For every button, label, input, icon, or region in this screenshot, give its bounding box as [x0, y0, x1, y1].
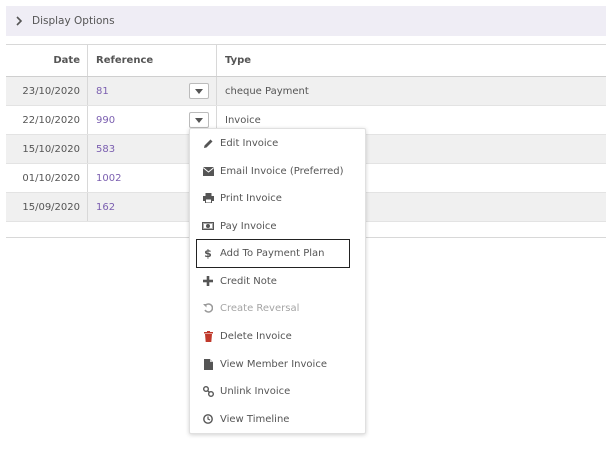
menu-item-label: Pay Invoice — [220, 220, 277, 232]
row-actions-dropdown-button[interactable] — [189, 83, 209, 99]
menu-item-credit-note[interactable]: Credit Note — [190, 268, 367, 294]
pencil-icon — [202, 137, 214, 149]
display-options-toggle[interactable]: Display Options — [6, 6, 606, 36]
menu-item-label: View Member Invoice — [220, 358, 327, 370]
reference-link[interactable]: 81 — [96, 86, 109, 97]
row-actions-dropdown-button[interactable] — [189, 112, 209, 128]
caret-down-icon — [195, 117, 203, 123]
menu-item-view-timeline[interactable]: View Timeline — [190, 406, 367, 432]
caret-down-icon — [195, 88, 203, 94]
trash-icon — [202, 330, 214, 342]
menu-item-edit-invoice[interactable]: Edit Invoice — [190, 130, 367, 156]
menu-item-label: Delete Invoice — [220, 330, 292, 342]
menu-item-label: Edit Invoice — [220, 137, 279, 149]
menu-item-pay-invoice[interactable]: Pay Invoice — [190, 213, 367, 239]
undo-icon — [202, 302, 214, 314]
reference-link[interactable]: 162 — [96, 202, 115, 213]
row-date: 22/10/2020 — [6, 106, 88, 134]
menu-item-label: View Timeline — [220, 413, 290, 425]
row-date: 15/10/2020 — [6, 135, 88, 163]
table-header: Date Reference Type — [6, 45, 606, 77]
menu-item-create-reversal[interactable]: Create Reversal — [190, 295, 367, 321]
reference-link[interactable]: 990 — [96, 115, 115, 126]
invoice-actions-menu: Edit Invoice Email Invoice (Preferred) P… — [189, 128, 366, 434]
menu-item-label: Add To Payment Plan — [220, 248, 325, 259]
header-reference[interactable]: Reference — [89, 45, 217, 76]
menu-item-label: Credit Note — [220, 275, 277, 287]
reference-link[interactable]: 583 — [96, 144, 115, 155]
file-icon — [202, 358, 214, 370]
row-reference-cell: 81 — [89, 77, 217, 105]
header-type[interactable]: Type — [218, 45, 606, 76]
menu-item-email-invoice[interactable]: Email Invoice (Preferred) — [190, 158, 367, 184]
menu-item-delete-invoice[interactable]: Delete Invoice — [190, 323, 367, 349]
row-date: 15/09/2020 — [6, 193, 88, 221]
dollar-icon: $ — [204, 247, 212, 260]
menu-item-label: Print Invoice — [220, 192, 282, 204]
row-type: cheque Payment — [225, 85, 309, 97]
chevron-right-icon — [12, 14, 26, 28]
table-row: 23/10/2020 81 cheque Payment — [6, 77, 606, 106]
menu-item-label: Create Reversal — [220, 302, 300, 314]
envelope-icon — [202, 165, 214, 177]
clock-icon — [202, 413, 214, 425]
unlink-icon — [202, 385, 214, 397]
row-date: 01/10/2020 — [6, 164, 88, 192]
plus-icon — [202, 275, 214, 287]
menu-item-label: Email Invoice (Preferred) — [220, 165, 344, 177]
menu-item-print-invoice[interactable]: Print Invoice — [190, 185, 367, 211]
menu-item-view-member-invoice[interactable]: View Member Invoice — [190, 351, 367, 377]
reference-link[interactable]: 1002 — [96, 173, 121, 184]
menu-item-label: Unlink Invoice — [220, 385, 291, 397]
menu-item-add-to-payment-plan[interactable]: $ Add To Payment Plan — [196, 239, 350, 268]
menu-item-unlink-invoice[interactable]: Unlink Invoice — [190, 378, 367, 404]
money-icon — [202, 220, 214, 232]
header-date[interactable]: Date — [6, 45, 88, 76]
printer-icon — [202, 192, 214, 204]
row-date: 23/10/2020 — [6, 77, 88, 105]
display-options-label: Display Options — [32, 15, 115, 27]
